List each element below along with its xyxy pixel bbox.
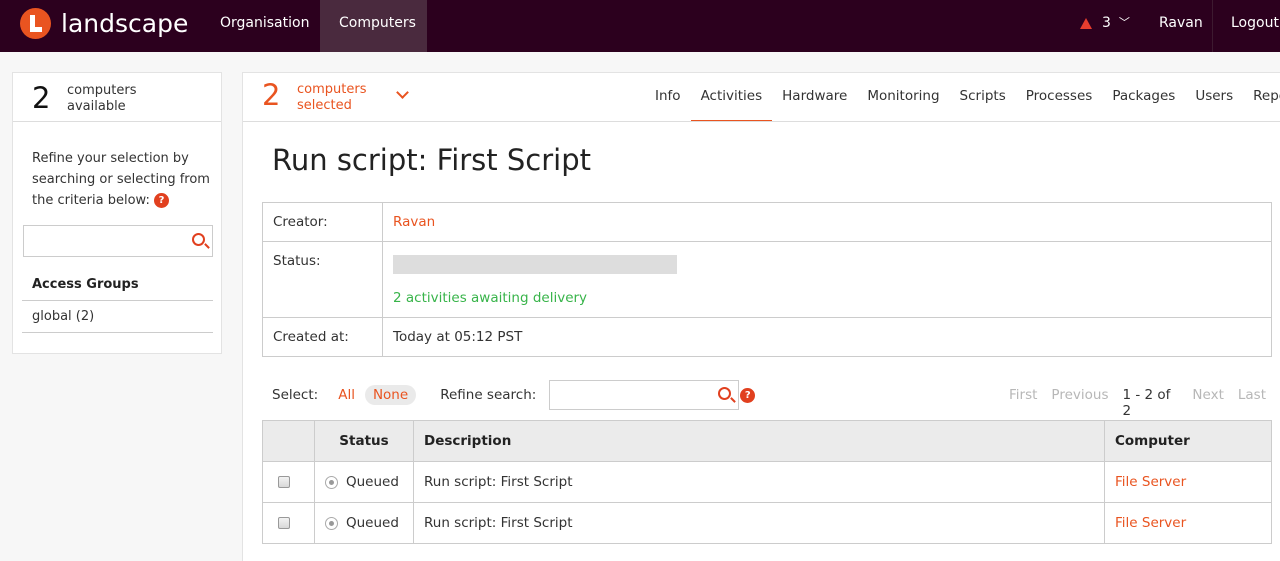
status-label: Status: xyxy=(262,241,383,318)
search-icon[interactable] xyxy=(192,233,205,246)
pager-previous[interactable]: Previous xyxy=(1051,387,1108,419)
available-label: computers available xyxy=(67,83,136,115)
select-none-link[interactable]: None xyxy=(364,385,417,405)
status-cell: Queued xyxy=(314,502,414,544)
table-row: Queued Run script: First Script File Ser… xyxy=(262,502,1272,544)
divider xyxy=(243,121,1280,122)
status-text: 2 activities awaiting delivery xyxy=(393,290,588,306)
tab-packages[interactable]: Packages xyxy=(1102,73,1185,122)
refine-description-text: Refine your selection by searching or se… xyxy=(32,151,210,208)
tab-reports[interactable]: Reports xyxy=(1243,73,1280,122)
activity-info-table: Creator: Ravan Status: 2 activities awai… xyxy=(262,202,1272,357)
select-all-link[interactable]: All xyxy=(338,387,355,403)
pager-first[interactable]: First xyxy=(1009,387,1037,419)
nav-organisation[interactable]: Organisation xyxy=(201,0,328,52)
selected-label-line2: selected xyxy=(297,98,352,113)
page-title: Run script: First Script xyxy=(272,143,591,177)
help-icon[interactable]: ? xyxy=(153,193,169,208)
activities-table: Status Description Computer Queued Run s… xyxy=(262,420,1272,544)
computer-cell: File Server xyxy=(1104,461,1272,503)
status-cell: Queued xyxy=(314,461,414,503)
selection-sidebar: 2 computers available Refine your select… xyxy=(12,72,222,354)
logout-button[interactable]: Logout xyxy=(1212,0,1280,52)
available-label-line2: available xyxy=(67,99,126,114)
brand-name: landscape xyxy=(61,9,189,38)
chevron-down-icon: ﹀ xyxy=(1118,16,1130,29)
description-cell: Run script: First Script xyxy=(413,461,1105,503)
computer-cell: File Server xyxy=(1104,502,1272,544)
pager-range: 1 - 2 of 2 xyxy=(1122,387,1171,419)
status-value: 2 activities awaiting delivery xyxy=(382,241,1272,318)
chevron-down-icon[interactable] xyxy=(396,86,409,99)
search-icon[interactable] xyxy=(718,387,732,400)
status-column-header[interactable]: Status xyxy=(314,420,414,462)
landscape-logo[interactable]: landscape xyxy=(20,8,188,39)
select-column-header xyxy=(262,420,315,462)
row-checkbox[interactable] xyxy=(278,517,290,529)
logo-icon xyxy=(20,8,51,39)
row-checkbox[interactable] xyxy=(278,476,290,488)
selected-label-line1: computers xyxy=(297,82,367,97)
selected-label[interactable]: computers selected xyxy=(297,82,366,114)
pager-last[interactable]: Last xyxy=(1238,387,1266,419)
divider xyxy=(13,121,221,122)
tab-info[interactable]: Info xyxy=(645,73,691,122)
created-value: Today at 05:12 PST xyxy=(382,317,1272,357)
status-text: Queued xyxy=(346,474,399,490)
tab-monitoring[interactable]: Monitoring xyxy=(857,73,949,122)
main-panel: 2 computers selected Info Activities Har… xyxy=(242,72,1280,561)
available-count: 2 xyxy=(32,81,51,115)
access-group-item[interactable]: global (2) xyxy=(32,309,94,324)
divider xyxy=(22,300,213,301)
creator-value: Ravan xyxy=(382,202,1272,242)
available-label-line1: computers xyxy=(67,83,137,98)
alerts-menu[interactable]: 3 ﹀ xyxy=(1080,0,1130,46)
queued-status-icon xyxy=(325,516,338,530)
creator-label: Creator: xyxy=(262,202,383,242)
pagination: First Previous 1 - 2 of 2 Next Last xyxy=(1009,387,1280,419)
alert-triangle-icon xyxy=(1080,17,1092,29)
computer-column-header[interactable]: Computer xyxy=(1104,420,1272,462)
divider xyxy=(22,332,213,333)
top-bar: landscape Organisation Computers 3 ﹀ Rav… xyxy=(0,0,1280,52)
creator-link[interactable]: Ravan xyxy=(393,214,435,230)
tab-scripts[interactable]: Scripts xyxy=(950,73,1016,122)
status-text: Queued xyxy=(346,515,399,531)
sidebar-search-input[interactable] xyxy=(23,225,213,257)
selected-count[interactable]: 2 xyxy=(262,78,280,112)
description-cell: Run script: First Script xyxy=(413,502,1105,544)
pager-next[interactable]: Next xyxy=(1192,387,1223,419)
table-header-row: Status Description Computer xyxy=(262,420,1272,462)
row-select-cell xyxy=(262,461,315,503)
created-label: Created at: xyxy=(262,317,383,357)
tab-hardware[interactable]: Hardware xyxy=(772,73,857,122)
computer-link[interactable]: File Server xyxy=(1115,515,1186,531)
status-progress-bar xyxy=(393,255,677,274)
computer-link[interactable]: File Server xyxy=(1115,474,1186,490)
tab-processes[interactable]: Processes xyxy=(1016,73,1103,122)
row-select-cell xyxy=(262,502,315,544)
tab-activities[interactable]: Activities xyxy=(690,73,773,122)
select-label: Select: xyxy=(272,387,319,403)
access-groups-title: Access Groups xyxy=(32,277,139,292)
computer-tabs: Info Activities Hardware Monitoring Scri… xyxy=(645,73,1280,122)
user-name[interactable]: Ravan xyxy=(1159,0,1203,46)
nav-computers[interactable]: Computers xyxy=(320,0,427,52)
select-controls: Select: All None Refine search: ? xyxy=(272,380,756,410)
queued-status-icon xyxy=(325,475,338,489)
table-row: Queued Run script: First Script File Ser… xyxy=(262,461,1272,503)
refine-description: Refine your selection by searching or se… xyxy=(32,148,212,211)
alert-count: 3 xyxy=(1102,15,1111,31)
help-icon[interactable]: ? xyxy=(740,387,756,403)
description-column-header[interactable]: Description xyxy=(413,420,1105,462)
refine-search-label: Refine search: xyxy=(440,387,537,403)
refine-search-input[interactable] xyxy=(549,380,740,410)
tab-users[interactable]: Users xyxy=(1185,73,1243,122)
